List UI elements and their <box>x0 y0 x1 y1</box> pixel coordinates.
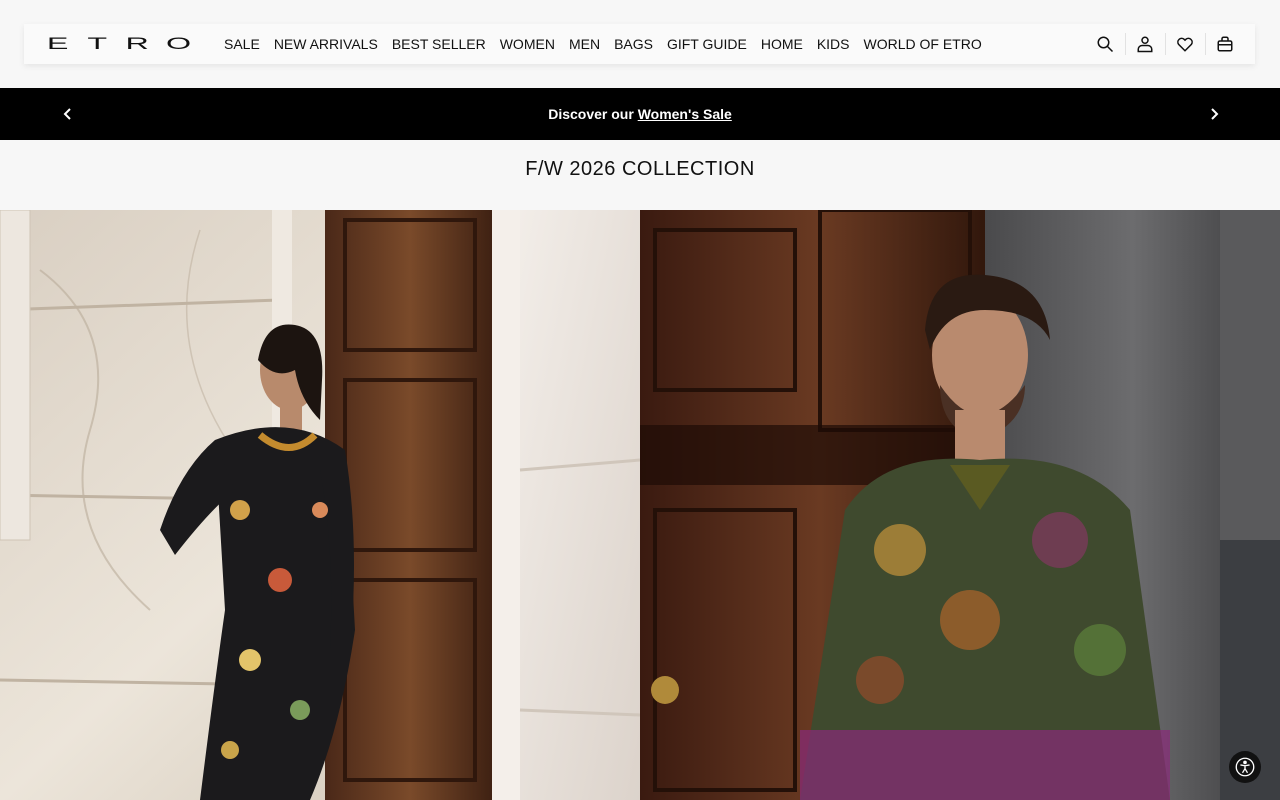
nav-item-women[interactable]: WOMEN <box>500 36 555 52</box>
nav-item-kids[interactable]: KIDS <box>817 36 850 52</box>
wishlist-icon <box>1177 37 1193 52</box>
promo-message: Discover our Women's Sale <box>548 106 732 122</box>
women-campaign-photo <box>0 210 640 800</box>
hero-image-women[interactable] <box>0 210 640 800</box>
nav-item-sale[interactable]: SALE <box>224 36 260 52</box>
logo-letter: T <box>87 34 107 53</box>
logo-letter: E <box>46 34 69 53</box>
nav-item-gift-guide[interactable]: GIFT GUIDE <box>667 36 747 52</box>
site-header: E T R O SALE NEW ARRIVALS BEST SELLER WO… <box>24 24 1255 64</box>
nav-item-best-seller[interactable]: BEST SELLER <box>392 36 486 52</box>
hero-image-men[interactable] <box>640 210 1280 800</box>
etro-logo[interactable]: E T R O <box>47 34 191 53</box>
nav-item-men[interactable]: MEN <box>569 36 600 52</box>
promo-banner: Discover our Women's Sale <box>0 88 1280 140</box>
main-nav: SALE NEW ARRIVALS BEST SELLER WOMEN MEN … <box>224 24 982 64</box>
collection-title: F/W 2026 COLLECTION <box>525 158 755 180</box>
search-icon <box>1097 36 1114 53</box>
promo-prefix: Discover our <box>548 106 638 122</box>
men-campaign-photo <box>640 210 1280 800</box>
cart-icon <box>1217 36 1233 52</box>
logo-letter: R <box>125 34 149 53</box>
chevron-right-icon <box>1211 108 1219 120</box>
chevron-left-icon <box>63 108 71 120</box>
accessibility-button[interactable] <box>1229 751 1261 783</box>
nav-item-world-of-etro[interactable]: WORLD OF ETRO <box>864 36 982 52</box>
promo-link[interactable]: Women's Sale <box>638 106 732 122</box>
promo-prev-button[interactable] <box>58 104 78 124</box>
account-icon <box>1137 36 1153 53</box>
account-button[interactable] <box>1125 24 1165 64</box>
promo-next-button[interactable] <box>1204 104 1224 124</box>
nav-item-bags[interactable]: BAGS <box>614 36 653 52</box>
cart-button[interactable] <box>1205 24 1245 64</box>
accessibility-icon <box>1235 757 1255 777</box>
nav-item-home[interactable]: HOME <box>761 36 803 52</box>
search-button[interactable] <box>1085 24 1125 64</box>
wishlist-button[interactable] <box>1165 24 1205 64</box>
header-icons <box>1085 24 1245 64</box>
nav-item-new-arrivals[interactable]: NEW ARRIVALS <box>274 36 378 52</box>
logo-letter: O <box>165 34 191 53</box>
